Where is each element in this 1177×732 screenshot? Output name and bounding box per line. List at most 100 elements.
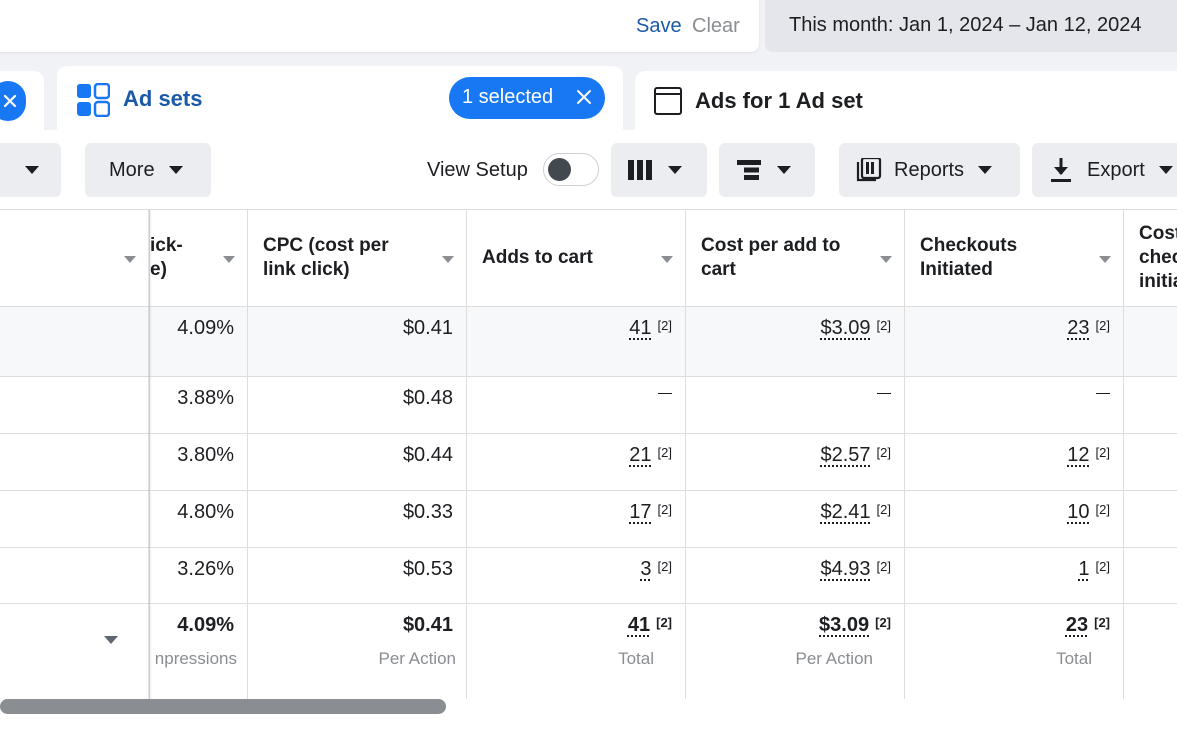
scrollbar-thumb[interactable] (0, 699, 446, 714)
reports-button-label: Reports (894, 158, 965, 181)
totals-name-cell (0, 604, 150, 700)
table-row[interactable]: 4.80% $0.33 17 [2] $2.41 [2] 10 [2] (0, 491, 1177, 548)
metric-value-link[interactable]: 3 (640, 558, 651, 580)
metric-value-link[interactable]: $3.09 (820, 317, 870, 339)
tab-ad-sets-label: Ad sets (123, 86, 203, 111)
metric-value: 4.09% (177, 317, 234, 339)
toggle-knob (548, 158, 571, 181)
row-name-cell[interactable] (0, 434, 150, 490)
table-row[interactable]: 3.80% $0.44 21 [2] $2.57 [2] 12 [2] (0, 434, 1177, 491)
totals-cost-add-cell: $3.09 [2] Per Action (686, 604, 905, 700)
metric-value-link[interactable]: $2.41 (820, 501, 870, 523)
metric-value: 3.26% (177, 558, 234, 580)
breakdown-button[interactable] (719, 143, 815, 197)
cell-checkouts (905, 377, 1124, 433)
footnote-marker: [2] (657, 318, 672, 333)
more-button-label: More (109, 158, 155, 181)
sort-caret-icon[interactable] (661, 256, 673, 263)
totals-cost-checkout-cell (1124, 604, 1177, 700)
columns-icon (628, 160, 652, 180)
column-header-cpc[interactable]: CPC (cost per link click) (248, 210, 467, 307)
cell-cpc: $0.33 (248, 491, 467, 547)
metric-value: $3.09 [2] (820, 317, 891, 340)
sort-caret-icon[interactable] (880, 256, 892, 263)
table-row[interactable]: 3.88% $0.48 (0, 377, 1177, 434)
dropdown-button[interactable] (0, 143, 61, 197)
caret-down-icon (777, 166, 791, 174)
column-header-label: Checkouts Initiated (920, 235, 1018, 280)
totals-adds-cell: 41 [2] Total (467, 604, 686, 700)
more-button[interactable]: More (85, 143, 211, 197)
cell-cost_add (686, 377, 905, 433)
selected-count-badge[interactable]: 1 selected (449, 77, 605, 119)
column-header-cost-per-checkout[interactable]: Cost chec initia (1124, 210, 1177, 307)
metric-value-link[interactable]: $4.93 (820, 558, 870, 580)
metric-value: $0.33 (402, 501, 453, 523)
row-name-cell[interactable] (0, 377, 150, 433)
column-header-cost-per-add-to-cart[interactable]: Cost per add to cart (686, 210, 905, 307)
table-row[interactable]: 4.09% $0.41 41 [2] $3.09 [2] 23 [2] (0, 307, 1177, 377)
metric-value: 3 [2] (640, 558, 672, 581)
save-button[interactable]: Save (636, 15, 682, 38)
results-table: ick- e) CPC (cost per link click) Adds t… (0, 209, 1177, 700)
total-caption: Total (618, 649, 654, 668)
cell-cost-checkout (1124, 434, 1177, 490)
reports-button[interactable]: Reports (839, 143, 1020, 197)
metric-value: 3.88% (177, 387, 234, 409)
row-name-cell[interactable] (0, 548, 150, 603)
cell-checkouts: 12 [2] (905, 434, 1124, 490)
row-name-cell[interactable] (0, 307, 150, 376)
footnote-marker: [2] (876, 559, 891, 574)
close-icon[interactable] (575, 88, 593, 106)
footnote-marker: [2] (876, 445, 891, 460)
column-header-checkouts-initiated[interactable]: Checkouts Initiated (905, 210, 1124, 307)
metric-value-link[interactable]: 41 (629, 317, 651, 339)
metric-value-link[interactable]: $2.57 (820, 444, 870, 466)
breakdown-icon (737, 160, 761, 180)
cell-checkouts: 10 [2] (905, 491, 1124, 547)
row-name-cell[interactable] (0, 491, 150, 547)
sort-caret-icon[interactable] (442, 256, 454, 263)
total-value-link[interactable]: $3.09 (819, 614, 869, 636)
level-tabs: Ad sets 1 selected Ads for 1 Ad set (0, 64, 1177, 132)
table-row[interactable]: 3.26% $0.53 3 [2] $4.93 [2] 1 [2] (0, 548, 1177, 604)
total-caption: Per Action (378, 649, 457, 668)
export-button[interactable]: Export (1032, 143, 1177, 197)
tab-ad-sets[interactable]: Ad sets 1 selected (57, 66, 623, 132)
caret-down-icon (978, 166, 993, 174)
clear-button[interactable]: Clear (692, 15, 740, 38)
totals-ctr-cell: 4.09% npressions (150, 604, 248, 700)
metric-value-link[interactable]: 23 (1067, 317, 1089, 339)
export-button-label: Export (1087, 158, 1145, 181)
cell-adds: 17 [2] (467, 491, 686, 547)
total-value-link[interactable]: 41 (628, 614, 650, 636)
sort-caret-icon[interactable] (1099, 256, 1111, 263)
metric-value-link[interactable]: 12 (1067, 444, 1089, 466)
footnote-marker: [2] (657, 445, 672, 460)
totals-cpc-cell: $0.41 Per Action (248, 604, 467, 700)
metric-value-link[interactable]: 21 (629, 444, 651, 466)
metric-value-link[interactable]: 1 (1078, 558, 1089, 580)
cell-checkouts: 23 [2] (905, 307, 1124, 376)
horizontal-scrollbar[interactable] (0, 699, 1177, 732)
sort-caret-icon[interactable] (124, 256, 136, 263)
date-range-picker[interactable]: This month: Jan 1, 2024 – Jan 12, 2024 (765, 0, 1177, 52)
tab-ads[interactable]: Ads for 1 Ad set (635, 71, 1177, 130)
columns-button[interactable] (611, 143, 707, 197)
view-setup-toggle[interactable] (543, 153, 599, 186)
metric-value-link[interactable]: 10 (1067, 501, 1089, 523)
table-toolbar: More View Setup Reports Export (0, 130, 1177, 210)
caret-down-icon[interactable] (104, 636, 118, 644)
total-value: $0.41 (402, 614, 453, 636)
metric-value-link[interactable]: 17 (629, 501, 651, 523)
footnote-marker: [2] (1094, 615, 1110, 630)
column-header-ctr[interactable]: ick- e) (150, 210, 248, 307)
total-value-link[interactable]: 23 (1066, 614, 1088, 636)
column-header-adds-to-cart[interactable]: Adds to cart (467, 210, 686, 307)
cell-cpc: $0.41 (248, 307, 467, 376)
column-header-name[interactable] (0, 210, 150, 307)
totals-checkouts-cell: 23 [2] Total (905, 604, 1124, 700)
sort-caret-icon[interactable] (223, 256, 235, 263)
caret-down-icon (168, 166, 183, 174)
cell-ctr: 3.88% (150, 377, 248, 433)
